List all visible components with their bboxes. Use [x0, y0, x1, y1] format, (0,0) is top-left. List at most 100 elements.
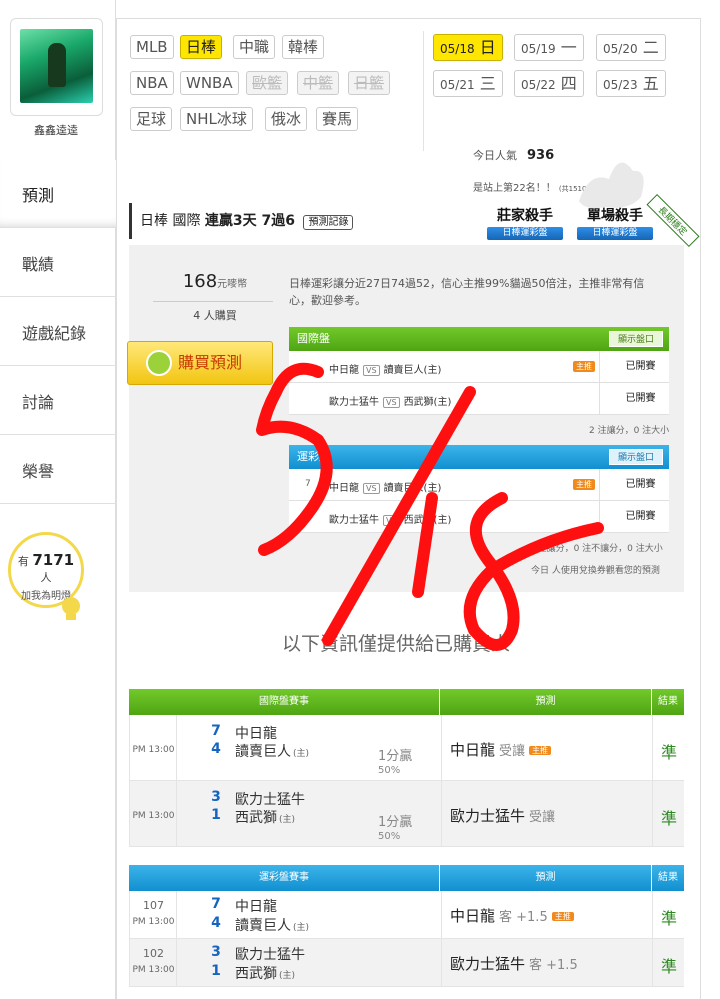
prediction-team: 歐力士猛牛 [450, 807, 526, 825]
date-0518[interactable]: 05/18 日 [433, 34, 503, 61]
date-0523[interactable]: 05/23 五 [596, 70, 666, 97]
cat-cpbl[interactable]: 中職 [233, 35, 276, 59]
cat-horse-racing[interactable]: 賽馬 [316, 107, 359, 131]
nav-honor[interactable]: 榮譽 [0, 436, 116, 504]
sidebar: 鑫鑫逵逵 預測 戰績 遊戲紀錄 討論 榮譽 有 7171 人 加我為明燈 [0, 0, 116, 999]
game-time-cell: 102 PM 13:00 [130, 939, 177, 986]
date-dow: 三 [479, 74, 496, 93]
game-number: 102 [143, 947, 164, 960]
nav-predict[interactable]: 預測 [0, 160, 116, 228]
cat-nhl[interactable]: NHL冰球 [180, 107, 253, 131]
home-team: 中日龍 [329, 483, 359, 494]
team-away: 歐力士猛牛 [235, 792, 305, 808]
date-md: 05/18 [440, 42, 475, 56]
avatar[interactable] [20, 29, 93, 103]
home-tag: (主) [279, 815, 296, 825]
cat-wnba[interactable]: WNBA [180, 71, 239, 95]
vs-tag: VS [363, 365, 380, 376]
handicap-pct-value: 50% [378, 831, 401, 842]
cat-mlb[interactable]: MLB [130, 35, 174, 59]
game-number: 107 [143, 899, 164, 912]
team-home-name: 西武獅 [235, 810, 277, 826]
col-game: 運彩盤賽事 [129, 865, 440, 891]
lottery-note: 2 注讓分，0 注不讓分，0 注大小 [529, 544, 663, 554]
nav-record[interactable]: 戰績 [0, 229, 116, 297]
date-0519[interactable]: 05/19 一 [514, 34, 584, 61]
prediction: 中日龍客 +1.5 主推 [450, 905, 574, 926]
handicap-pct-value: 50% [378, 765, 401, 776]
cat-nba[interactable]: NBA [130, 71, 174, 95]
badge-bookie-killer: 莊家殺手 日棒運彩盤 [483, 205, 567, 245]
matchup: 中日龍 VS 讀賣巨人(主) [329, 361, 441, 376]
game-status: 已開賽 [599, 383, 681, 415]
team-home-name: 讀賣巨人 [235, 744, 291, 760]
buy-prediction-button[interactable]: 購買預測 [127, 341, 273, 385]
buy-label: 購買預測 [178, 353, 243, 372]
date-0521[interactable]: 05/21 三 [433, 70, 503, 97]
col-result: 結果 [658, 872, 678, 883]
cat-npb[interactable]: 日棒 [180, 35, 223, 59]
date-0522[interactable]: 05/22 四 [514, 70, 584, 97]
result-correct: 準 [660, 743, 677, 762]
game-number: 2 [305, 511, 311, 521]
cat-kbo[interactable]: 韓棒 [282, 35, 325, 59]
prediction-team: 中日龍 [450, 741, 496, 759]
game-status: 已開賽 [599, 501, 681, 533]
matchup: 歐力士猛牛 VS 西武獅(主) [329, 511, 451, 526]
team-home: 西武獅 (主) [235, 963, 295, 983]
prediction-team: 歐力士猛牛 [450, 955, 526, 973]
title-type: 國際 [172, 213, 201, 229]
nav-discussion[interactable]: 討論 [0, 367, 116, 435]
cat-khl[interactable]: 俄冰 [265, 107, 308, 131]
table-row: 102 PM 13:00 3 歐力士猛牛 1 西武獅 (主) 歐力士猛牛客 +1.… [129, 939, 684, 987]
game-time: PM 13:00 [132, 917, 175, 927]
prediction-cell: 中日龍 受讓 主推 [441, 715, 653, 780]
away-team: 讀賣巨人(主) [383, 365, 442, 376]
lightbulb-icon [62, 597, 80, 620]
home-team: 歐力士猛牛 [329, 397, 379, 408]
team-home-name: 讀賣巨人 [235, 918, 291, 934]
score-home: 1 [211, 963, 221, 979]
record-button[interactable]: 預測記錄 [303, 215, 354, 230]
main-pick-tag: 主推 [529, 746, 552, 755]
fans-prefix: 有 [17, 555, 29, 568]
handicap-pct: 50% [378, 762, 400, 777]
date-0520[interactable]: 05/20 二 [596, 34, 666, 61]
prediction-detail: 受讓 [499, 744, 526, 759]
lottery-row: 2 歐力士猛牛 VS 西武獅(主) 已開賽 [289, 501, 669, 533]
col-prediction: 預測 [440, 689, 652, 715]
date-dow: 一 [560, 38, 577, 57]
home-team: 歐力士猛牛 [329, 515, 379, 526]
vs-tag: VS [383, 515, 400, 526]
date-md: 05/21 [440, 78, 475, 92]
prediction-cell: 歐力士猛牛客 +1.5 [441, 939, 653, 986]
popularity-value: 936 [527, 148, 555, 163]
game-time: PM 13:00 [132, 965, 175, 975]
nav-game-log[interactable]: 遊戲紀錄 [0, 298, 116, 366]
prediction-cell: 歐力士猛牛 受讓 [441, 781, 653, 846]
intl-show-odds-button[interactable]: 顯示盤口 [608, 331, 663, 347]
lottery-row: 7 中日龍 VS 讀賣巨人(主) 主推 已開賽 [289, 469, 669, 501]
prediction-cell: 中日龍客 +1.5 主推 [441, 891, 653, 938]
avatar-frame[interactable] [10, 18, 103, 116]
price: 168元嘜幣 [165, 271, 265, 292]
badge-1-title: 莊家殺手 [497, 208, 553, 224]
title-league: 日棒 [140, 213, 168, 229]
prediction: 歐力士猛牛 受讓 [450, 805, 555, 826]
score-away: 7 [211, 896, 221, 912]
score-home: 4 [211, 741, 221, 757]
lottery-show-odds-button[interactable]: 顯示盤口 [608, 449, 663, 465]
cat-soccer[interactable]: 足球 [130, 107, 173, 131]
matchup: 中日龍 VS 讀賣巨人(主) [329, 479, 441, 494]
price-unit: 元嘜幣 [217, 279, 248, 290]
username[interactable]: 鑫鑫逵逵 [0, 122, 112, 138]
popularity-label: 今日人氣 [473, 149, 517, 162]
score-home: 1 [211, 807, 221, 823]
game-time-cell: PM 13:00 [130, 781, 177, 846]
home-tag: (主) [279, 971, 296, 981]
handicap-pct: 50% [378, 828, 400, 843]
prediction: 中日龍 受讓 主推 [450, 739, 552, 760]
away-team: 讀賣巨人(主) [383, 483, 442, 494]
lottery-table-header: 運彩盤賽事 預測 結果 [129, 865, 684, 891]
date-md: 05/23 [603, 78, 638, 92]
